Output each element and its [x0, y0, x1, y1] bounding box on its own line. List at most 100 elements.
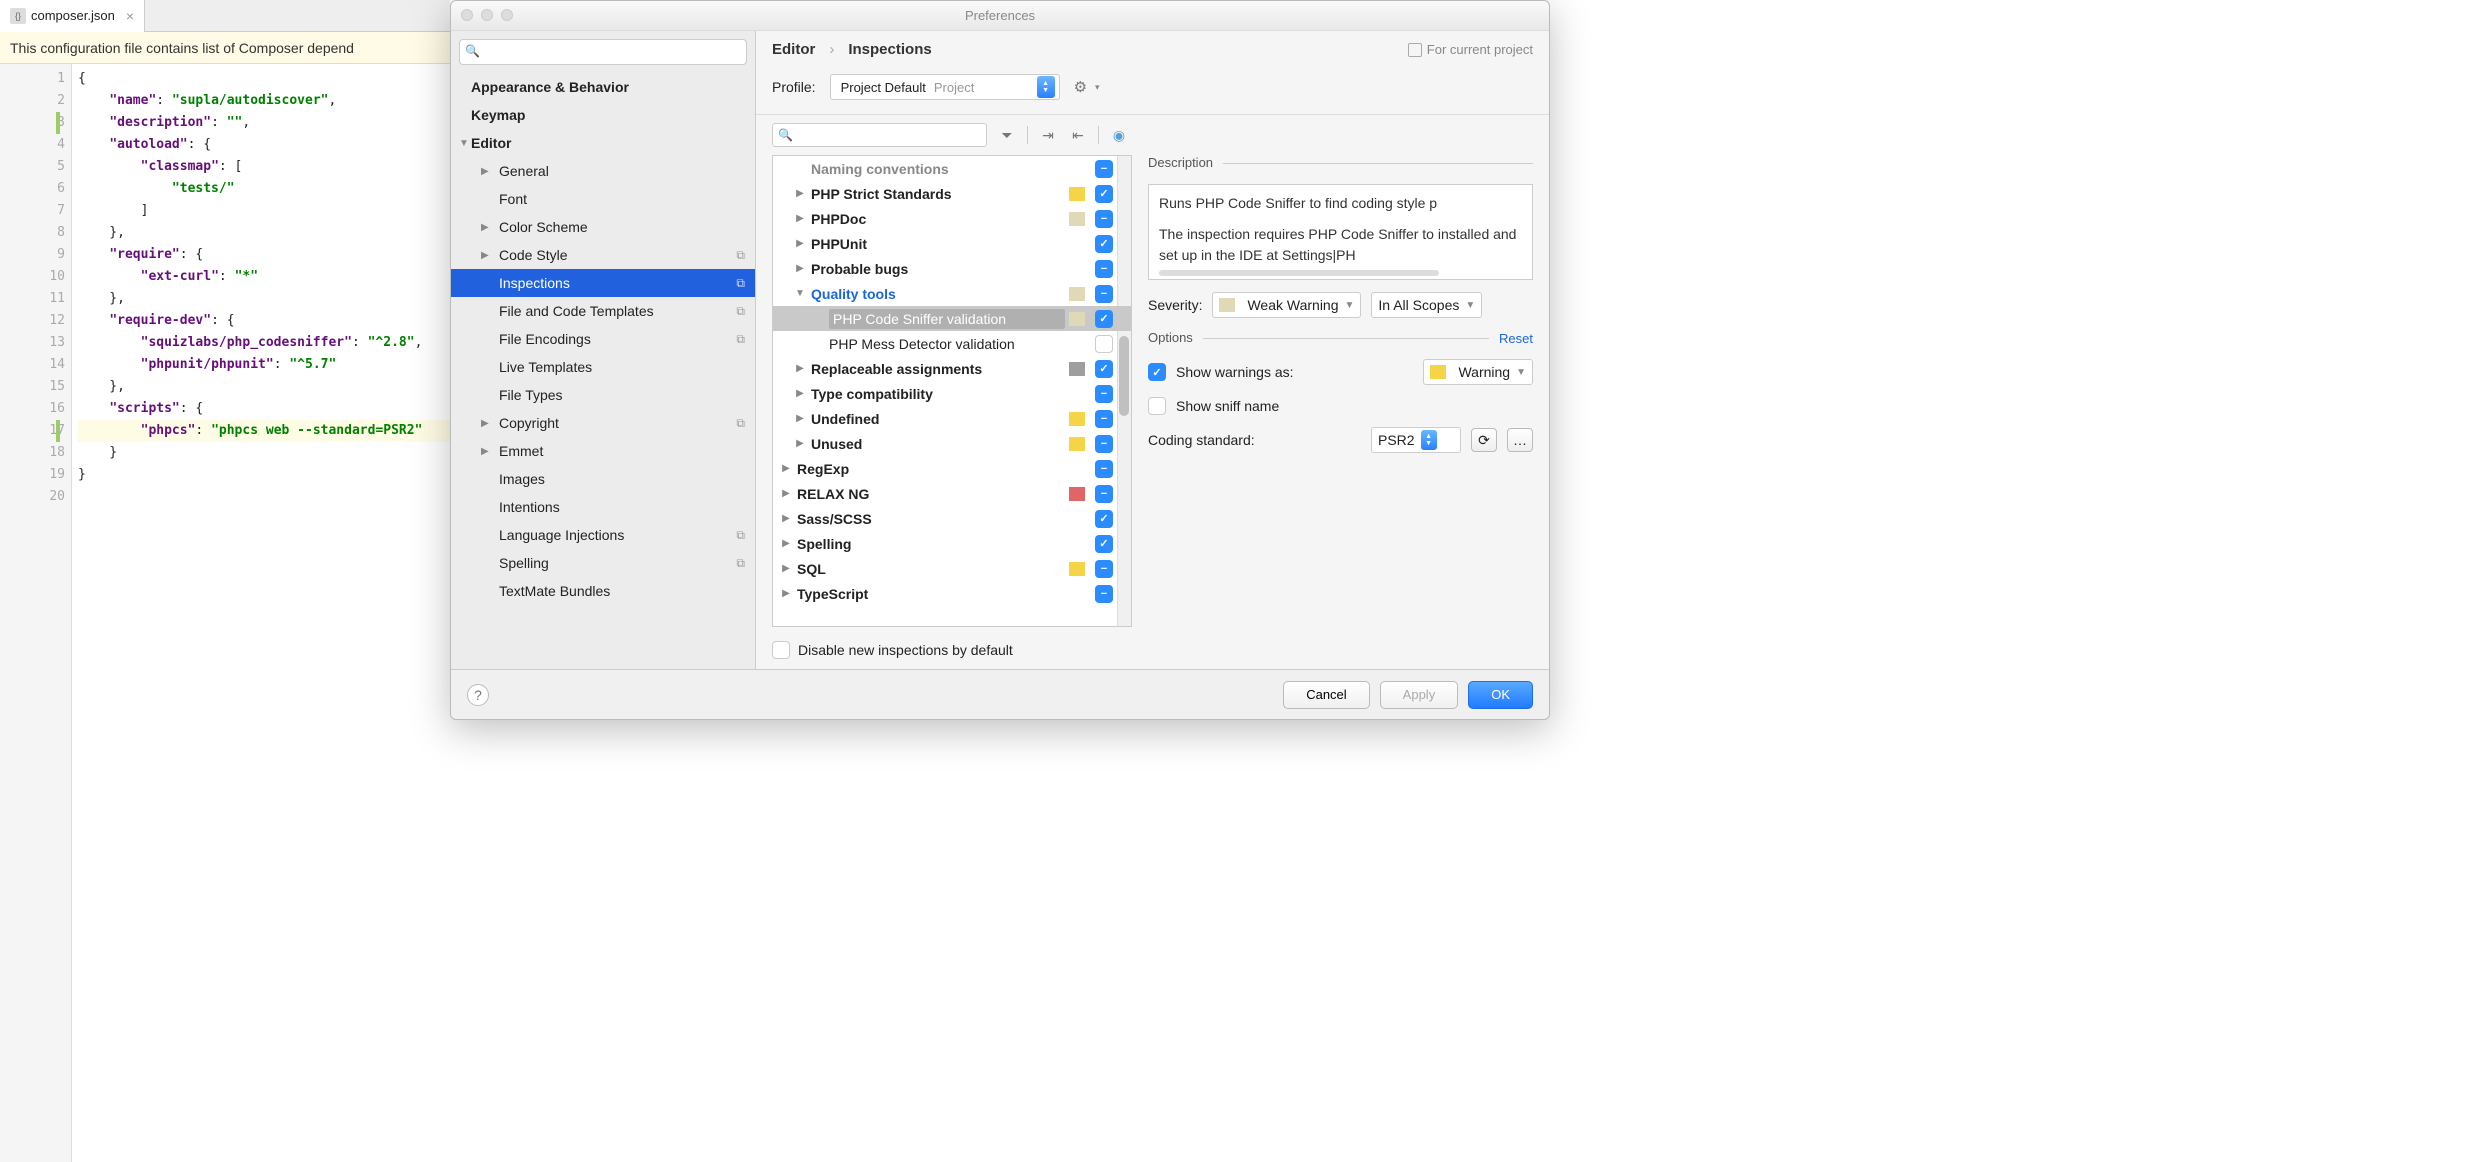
stepper-icon[interactable]: ▲▼ [1037, 76, 1055, 98]
refresh-button[interactable]: ⟳ [1471, 428, 1497, 452]
tree-row-quality-tools[interactable]: ▼Quality tools− [773, 281, 1131, 306]
inspection-checkbox[interactable]: − [1095, 410, 1113, 428]
inspection-checkbox[interactable]: ✓ [1095, 310, 1113, 328]
project-scope-badge: For current project [1408, 42, 1533, 57]
inspections-search-input[interactable] [772, 123, 987, 147]
scope-combo[interactable]: In All Scopes ▼ [1371, 292, 1482, 318]
sidebar-item-file-encodings[interactable]: File Encodings⧉ [451, 325, 755, 353]
sidebar-item-images[interactable]: Images [451, 465, 755, 493]
sidebar-item-live-templates[interactable]: Live Templates [451, 353, 755, 381]
cancel-button[interactable]: Cancel [1283, 681, 1369, 709]
show-warnings-combo[interactable]: Warning ▼ [1423, 359, 1533, 385]
tree-row-regexp[interactable]: ▶RegExp− [773, 456, 1131, 481]
tree-row-replaceable-assignments[interactable]: ▶Replaceable assignments✓ [773, 356, 1131, 381]
reset-icon[interactable]: ◉ [1109, 125, 1129, 145]
sidebar-item-code-style[interactable]: ▶Code Style⧉ [451, 241, 755, 269]
stepper-icon[interactable]: ▲▼ [1421, 430, 1437, 450]
severity-combo[interactable]: Weak Warning ▼ [1212, 292, 1361, 318]
expand-all-icon[interactable]: ⇥ [1038, 125, 1058, 145]
copy-icon: ⧉ [736, 556, 745, 571]
inspection-checkbox[interactable]: − [1095, 485, 1113, 503]
desc-line1: Runs PHP Code Sniffer to find coding sty… [1159, 193, 1522, 214]
browse-button[interactable]: … [1507, 428, 1533, 452]
profile-select[interactable]: Project Default Project ▲▼ [830, 74, 1060, 100]
tree-row-unused[interactable]: ▶Unused− [773, 431, 1131, 456]
inspection-checkbox[interactable]: ✓ [1095, 185, 1113, 203]
inspection-checkbox[interactable]: − [1095, 210, 1113, 228]
copy-icon: ⧉ [736, 304, 745, 319]
severity-swatch [1069, 312, 1085, 326]
ok-button[interactable]: OK [1468, 681, 1533, 709]
editor-tab-composer[interactable]: {} composer.json × [0, 0, 145, 32]
inspections-tree[interactable]: Naming conventions−▶PHP Strict Standards… [772, 155, 1132, 627]
desc-line2: The inspection requires PHP Code Sniffer… [1159, 224, 1522, 266]
disable-new-checkbox[interactable] [772, 641, 790, 659]
zoom-window-icon[interactable] [501, 9, 513, 21]
show-sniff-checkbox[interactable] [1148, 397, 1166, 415]
tree-row-naming-conventions[interactable]: Naming conventions− [773, 156, 1131, 181]
sidebar-search-input[interactable] [459, 39, 747, 65]
apply-button[interactable]: Apply [1380, 681, 1459, 709]
inspection-checkbox[interactable]: − [1095, 435, 1113, 453]
copy-icon: ⧉ [736, 248, 745, 263]
tree-row-php-strict-standards[interactable]: ▶PHP Strict Standards✓ [773, 181, 1131, 206]
tree-row-php-mess-detector-validation[interactable]: PHP Mess Detector validation [773, 331, 1131, 356]
coding-standard-combo[interactable]: PSR2 ▲▼ [1371, 427, 1461, 453]
sidebar-item-language-injections[interactable]: Language Injections⧉ [451, 521, 755, 549]
sidebar-item-editor[interactable]: ▼Editor [451, 129, 755, 157]
filter-icon[interactable]: ⏷ [997, 125, 1017, 145]
reset-link[interactable]: Reset [1499, 331, 1533, 346]
sidebar-item-color-scheme[interactable]: ▶Color Scheme [451, 213, 755, 241]
sidebar-item-file-types[interactable]: File Types [451, 381, 755, 409]
code-content[interactable]: { "name": "supla/autodiscover", "descrip… [72, 64, 450, 1162]
tree-row-relax-ng[interactable]: ▶RELAX NG− [773, 481, 1131, 506]
inspection-checkbox[interactable]: − [1095, 560, 1113, 578]
tree-row-sql[interactable]: ▶SQL− [773, 556, 1131, 581]
close-icon[interactable]: × [126, 8, 134, 24]
show-warnings-label: Show warnings as: [1176, 364, 1294, 380]
tree-row-sass-scss[interactable]: ▶Sass/SCSS✓ [773, 506, 1131, 531]
sidebar-item-general[interactable]: ▶General [451, 157, 755, 185]
inspection-checkbox[interactable]: − [1095, 585, 1113, 603]
sidebar-item-appearance-behavior[interactable]: Appearance & Behavior [451, 73, 755, 101]
sidebar-item-keymap[interactable]: Keymap [451, 101, 755, 129]
inspection-checkbox[interactable]: − [1095, 260, 1113, 278]
gear-icon[interactable]: ⚙ [1074, 78, 1087, 96]
tree-row-probable-bugs[interactable]: ▶Probable bugs− [773, 256, 1131, 281]
help-button[interactable]: ? [467, 684, 489, 706]
close-window-icon[interactable] [461, 9, 473, 21]
severity-swatch [1069, 212, 1085, 226]
sidebar-item-intentions[interactable]: Intentions [451, 493, 755, 521]
sidebar-item-file-and-code-templates[interactable]: File and Code Templates⧉ [451, 297, 755, 325]
desc-scrollbar[interactable] [1159, 270, 1439, 276]
inspection-checkbox[interactable]: − [1095, 385, 1113, 403]
minimize-window-icon[interactable] [481, 9, 493, 21]
tree-row-type-compatibility[interactable]: ▶Type compatibility− [773, 381, 1131, 406]
code-editor[interactable]: 1234567891011121314151617181920 { "name"… [0, 64, 450, 1162]
inspection-checkbox[interactable]: − [1095, 460, 1113, 478]
inspection-checkbox[interactable]: ✓ [1095, 535, 1113, 553]
collapse-all-icon[interactable]: ⇤ [1068, 125, 1088, 145]
inspection-checkbox[interactable]: ✓ [1095, 235, 1113, 253]
inspection-checkbox[interactable]: − [1095, 160, 1113, 178]
sidebar-item-font[interactable]: Font [451, 185, 755, 213]
sidebar-item-spelling[interactable]: Spelling⧉ [451, 549, 755, 577]
tree-row-php-code-sniffer-validation[interactable]: PHP Code Sniffer validation✓ [773, 306, 1131, 331]
sidebar-item-textmate-bundles[interactable]: TextMate Bundles [451, 577, 755, 605]
inspection-checkbox[interactable]: ✓ [1095, 510, 1113, 528]
sidebar-item-copyright[interactable]: ▶Copyright⧉ [451, 409, 755, 437]
chevron-down-icon: ▼ [1516, 367, 1526, 378]
inspection-checkbox[interactable]: − [1095, 285, 1113, 303]
inspection-checkbox[interactable]: ✓ [1095, 360, 1113, 378]
tree-row-undefined[interactable]: ▶Undefined− [773, 406, 1131, 431]
crumb-editor[interactable]: Editor [772, 41, 815, 58]
show-warnings-checkbox[interactable]: ✓ [1148, 363, 1166, 381]
sidebar-item-emmet[interactable]: ▶Emmet [451, 437, 755, 465]
inspection-checkbox[interactable] [1095, 335, 1113, 353]
sidebar-item-inspections[interactable]: Inspections⧉ [451, 269, 755, 297]
tree-row-spelling[interactable]: ▶Spelling✓ [773, 531, 1131, 556]
tree-row-phpdoc[interactable]: ▶PHPDoc− [773, 206, 1131, 231]
sidebar-list[interactable]: Appearance & BehaviorKeymap▼Editor▶Gener… [451, 73, 755, 669]
tree-row-typescript[interactable]: ▶TypeScript− [773, 581, 1131, 606]
tree-row-phpunit[interactable]: ▶PHPUnit✓ [773, 231, 1131, 256]
